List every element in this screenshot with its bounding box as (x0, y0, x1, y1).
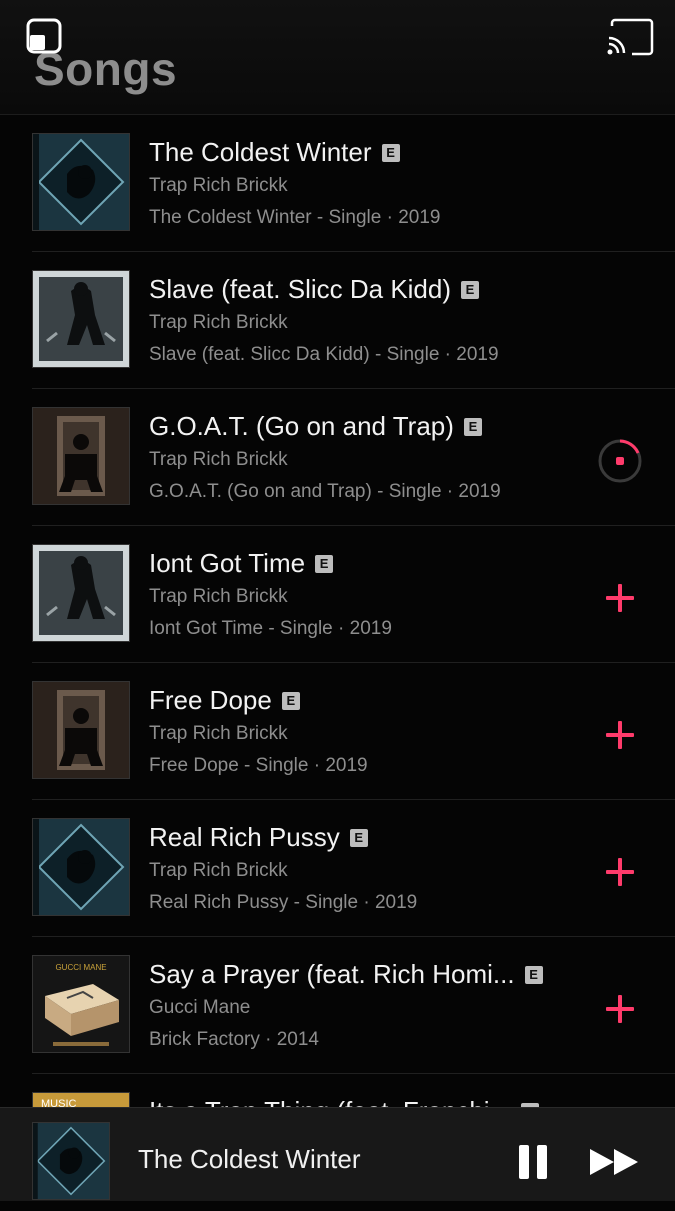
song-title-line: The Coldest Winter E (149, 137, 565, 168)
explicit-badge: E (461, 280, 480, 299)
add-to-library-icon[interactable] (600, 852, 640, 892)
album-artwork (32, 407, 130, 505)
album-artwork (32, 133, 130, 231)
song-title-line: Real Rich Pussy E (149, 822, 565, 853)
song-album-info: The Coldest Winter - Single · 2019 (149, 207, 441, 228)
song-artist: Trap Rich Brickk (149, 312, 288, 333)
mini-player[interactable]: The Coldest Winter (0, 1107, 675, 1201)
song-album-info: Slave (feat. Slicc Da Kidd) - Single · 2… (149, 344, 499, 365)
album-artwork (32, 544, 130, 642)
explicit-badge: E (381, 143, 400, 162)
song-title-line: Say a Prayer (feat. Rich Homi... E (149, 959, 565, 990)
explicit-badge: E (281, 691, 300, 710)
song-artist: Trap Rich Brickk (149, 860, 288, 881)
add-to-library-icon[interactable] (600, 578, 640, 618)
mini-player-title: The Coldest Winter (138, 1144, 361, 1174)
svg-text:GUCCI MANE: GUCCI MANE (55, 963, 106, 972)
album-artwork (32, 818, 130, 916)
song-artist: Trap Rich Brickk (149, 723, 288, 744)
album-artwork (32, 681, 130, 779)
explicit-badge: E (349, 828, 368, 847)
explicit-badge: E (315, 554, 334, 573)
song-row[interactable]: Iont Got Time E Trap Rich Brickk Iont Got T… (0, 526, 675, 663)
song-title: Real Rich Pussy (149, 822, 340, 852)
fast-forward-icon[interactable] (588, 1146, 642, 1178)
add-to-library-icon[interactable] (600, 715, 640, 755)
song-title-line: Iont Got Time E (149, 548, 565, 579)
pause-icon[interactable] (516, 1143, 550, 1181)
song-album-info: Real Rich Pussy - Single · 2019 (149, 892, 418, 913)
add-to-library-icon[interactable] (600, 989, 640, 1029)
song-row[interactable]: G.O.A.T. (Go on and Trap) E Trap Rich Bric… (0, 389, 675, 526)
explicit-badge: E (463, 417, 482, 436)
song-title: Slave (feat. Slicc Da Kidd) (149, 274, 452, 304)
song-title-line: G.O.A.T. (Go on and Trap) E (149, 411, 565, 442)
song-album-info: Iont Got Time - Single · 2019 (149, 618, 392, 639)
song-album-info: Free Dope - Single · 2019 (149, 755, 368, 776)
song-row[interactable]: GUCCI MANE Say a Prayer (feat. Rich Homi.… (0, 937, 675, 1074)
song-title: Say a Prayer (feat. Rich Homi... (149, 959, 515, 989)
album-artwork (32, 270, 130, 368)
song-artist: Trap Rich Brickk (149, 449, 288, 470)
song-album-info: Brick Factory · 2014 (149, 1029, 319, 1050)
song-title: G.O.A.T. (Go on and Trap) (149, 411, 454, 441)
song-album-info: G.O.A.T. (Go on and Trap) - Single · 201… (149, 481, 501, 502)
song-title: Free Dope (149, 685, 272, 715)
mini-player-artwork (32, 1122, 110, 1200)
download-progress-icon[interactable] (596, 437, 644, 485)
picture-in-picture-icon[interactable] (26, 18, 62, 54)
explicit-badge: E (524, 965, 543, 984)
song-row[interactable]: Real Rich Pussy E Trap Rich Brickk Real Ric… (0, 800, 675, 937)
song-artist: Trap Rich Brickk (149, 175, 288, 196)
song-artist: Trap Rich Brickk (149, 586, 288, 607)
song-artist: Gucci Mane (149, 997, 251, 1018)
song-title-line: Slave (feat. Slicc Da Kidd) E (149, 274, 565, 305)
song-row[interactable]: The Coldest Winter E Trap Rich Brickk The C… (0, 115, 675, 252)
song-title-line: Free Dope E (149, 685, 565, 716)
cast-icon[interactable] (606, 18, 654, 56)
top-bar: Songs (0, 0, 675, 115)
song-row[interactable]: Free Dope E Trap Rich Brickk Free Dope - Si… (0, 663, 675, 800)
album-artwork: GUCCI MANE (32, 955, 130, 1053)
song-title: The Coldest Winter (149, 137, 372, 167)
song-title: Iont Got Time (149, 548, 306, 578)
song-row[interactable]: Slave (feat. Slicc Da Kidd) E Trap Rich Br… (0, 252, 675, 389)
